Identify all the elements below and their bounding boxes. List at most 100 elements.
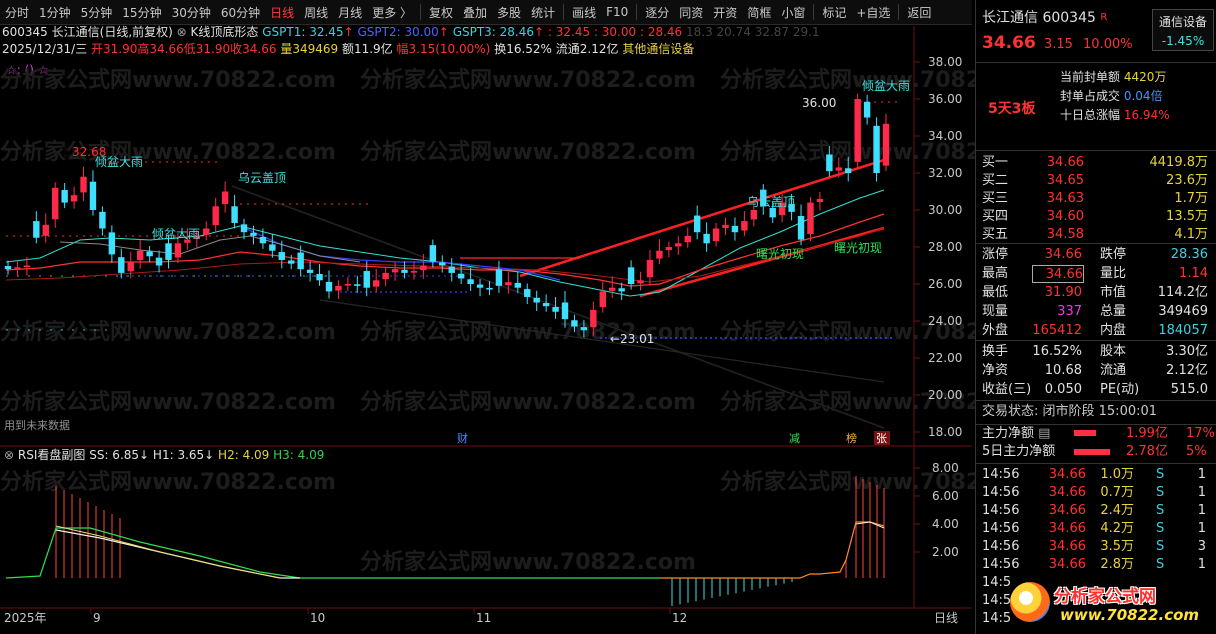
r-badge: R <box>1100 12 1108 23</box>
candle-body <box>693 215 701 233</box>
candle-body <box>42 224 49 236</box>
candle-body <box>514 282 522 288</box>
stat-label: 净资 <box>982 363 1009 378</box>
ten-day-label: 十日总涨幅 <box>1060 108 1121 122</box>
stat-value: 184057 <box>1158 323 1208 338</box>
tick-price: 34.66 <box>1048 521 1086 536</box>
candle-body <box>854 99 861 162</box>
candle-body <box>80 176 87 193</box>
rsi-line-yellow <box>55 525 281 579</box>
candle-body <box>372 280 380 287</box>
candle-body <box>448 266 455 273</box>
tick-time: 14:56 <box>982 539 1020 554</box>
tick-side: S <box>1156 557 1165 572</box>
pattern-label: 倾盆大雨 <box>862 79 910 93</box>
stat-label: 股本 <box>1100 344 1127 359</box>
candle-body <box>203 228 210 235</box>
rp-stock-name: 长江通信 <box>982 10 1038 26</box>
candle-body <box>476 284 484 288</box>
tick-volume: 0.7万 <box>1100 485 1134 500</box>
x-label: 10 <box>310 611 325 625</box>
stat-value: 515.0 <box>1170 382 1208 397</box>
bid-volume: 1.7万 <box>1174 191 1208 206</box>
candle-body <box>439 262 446 266</box>
pattern-label: 倾盆大雨 <box>152 227 200 241</box>
stat-value: 34.66 <box>1032 265 1084 283</box>
list-icon[interactable]: ▤ <box>1034 426 1050 441</box>
candle-body <box>845 168 852 173</box>
stat-value: 337 <box>1057 304 1082 319</box>
main-net-row: 主力净额 ▤ <box>982 425 1216 443</box>
candle-body <box>590 309 597 328</box>
stat-label: 最低 <box>982 285 1009 300</box>
stat-label: 内盘 <box>1100 323 1127 338</box>
candle-body <box>646 259 654 278</box>
candle-body <box>524 289 531 297</box>
rsi-h1: H1: 3.65↓ <box>152 448 215 462</box>
kline-chart[interactable]: 38.00 36.00 34.00 32.00 30.00 28.00 26.00 24.00… <box>0 0 972 634</box>
candle-body <box>14 267 21 269</box>
tick-volume: 1.0万 <box>1100 467 1134 482</box>
candle-body <box>882 123 890 166</box>
candle-body <box>212 206 219 226</box>
tick-price: 34.66 <box>1048 539 1086 554</box>
x-label: 2025年 <box>4 611 47 625</box>
tick-volume: 3.5万 <box>1100 539 1134 554</box>
candle-body <box>495 269 503 286</box>
tick-count: 1 <box>1197 467 1206 482</box>
stat-value: 1.14 <box>1179 266 1208 281</box>
candle-body <box>410 271 418 273</box>
tick-time: 14:5 <box>982 575 1012 590</box>
stat-label: 市值 <box>1100 285 1127 300</box>
stat-label: 涨停 <box>982 247 1009 262</box>
rsi-line-orange <box>660 521 885 579</box>
stat-value: 28.36 <box>1170 247 1208 262</box>
bid-price: 34.65 <box>1046 173 1084 188</box>
bid-price: 34.66 <box>1046 155 1084 170</box>
tick-price: 34.66 <box>1048 503 1086 518</box>
tick-count: 3 <box>1197 539 1206 554</box>
candle-body <box>146 251 153 257</box>
y-tick-label: 34.00 <box>928 129 962 143</box>
y-tick-label: 36.00 <box>928 92 962 106</box>
x-label: 12 <box>672 611 687 625</box>
candle-body <box>335 285 342 291</box>
rsi-header: ⊗ RSI看盘副图 SS: 6.85↓ H1: 3.65↓ H2: 4.09 H… <box>4 447 324 463</box>
candle-body <box>552 307 559 312</box>
candle-body <box>684 235 691 243</box>
future-data-note: 用到未来数据 <box>4 418 70 432</box>
y-tick-label: 2.00 <box>932 545 959 559</box>
candle-body <box>769 207 776 218</box>
candle-body <box>259 237 267 244</box>
period-label: 日线 <box>934 611 958 625</box>
ma-line-blue <box>239 225 561 281</box>
rsi-title[interactable]: RSI看盘副图 <box>18 448 86 462</box>
candle-body <box>278 252 285 260</box>
pattern-label: 乌云盖顶 <box>238 170 286 185</box>
candle-body <box>23 265 31 268</box>
bid-volume: 4419.8万 <box>1149 155 1209 170</box>
candle-body <box>155 257 163 266</box>
candle-body <box>420 265 427 271</box>
stat-value: 16.52% <box>1032 344 1082 359</box>
candle-body <box>580 327 588 331</box>
candle-body <box>316 274 323 281</box>
candle-body <box>306 269 314 273</box>
rp-stock-code: 600345 <box>1042 10 1096 26</box>
candle-body <box>325 281 333 292</box>
y-tick-label: 28.00 <box>928 240 962 254</box>
candle-body <box>457 273 465 279</box>
five-day-pct: 5% <box>1186 444 1207 459</box>
y-tick-label: 8.00 <box>932 461 959 475</box>
candle-body <box>486 287 493 290</box>
rsi-h3: H3: 4.09 <box>273 448 325 462</box>
trendline-down-2 <box>319 299 885 383</box>
tick-volume: 2.8万 <box>1100 557 1134 572</box>
sector-name: 通信设备 <box>1158 15 1207 29</box>
y-tick-label: 22.00 <box>928 351 962 365</box>
close-icon[interactable]: ⊗ <box>4 448 14 462</box>
logo-url: www.70822.com <box>1060 606 1200 624</box>
rsi-line-white <box>55 529 300 579</box>
tick-side: S <box>1156 485 1165 500</box>
candle-body <box>136 250 144 261</box>
